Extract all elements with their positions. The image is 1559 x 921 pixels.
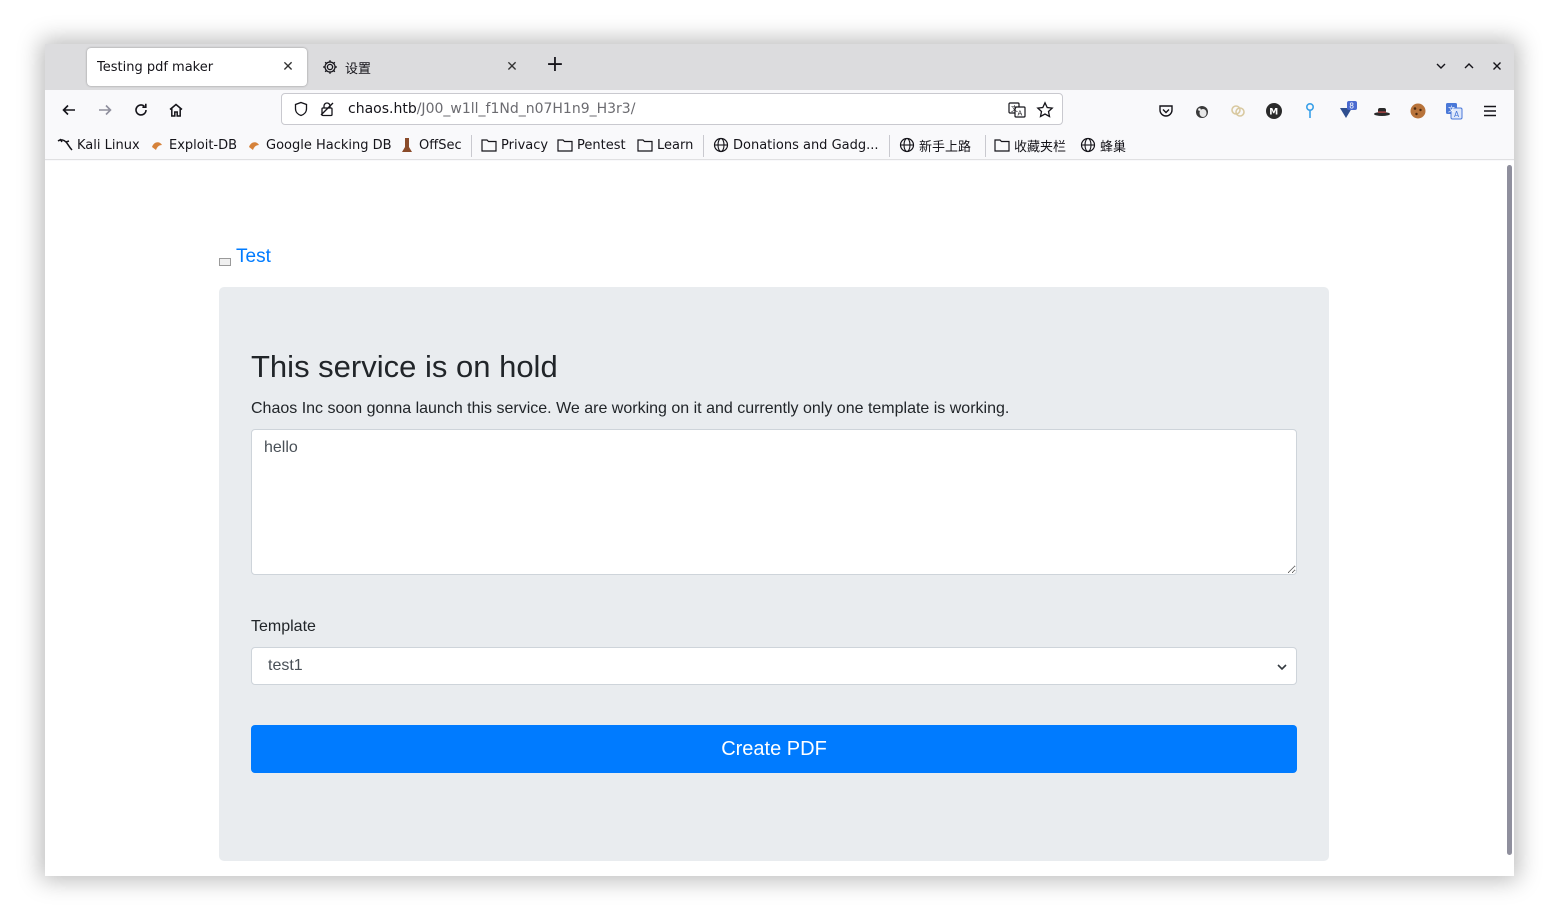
- tab-settings[interactable]: 设置 ✕: [311, 48, 531, 86]
- vertical-scrollbar[interactable]: [1507, 165, 1512, 855]
- folder-icon: [481, 137, 497, 153]
- bookmark-fengchao[interactable]: 蜂巢: [1080, 136, 1127, 155]
- hat-icon[interactable]: [1372, 101, 1392, 121]
- new-tab-button[interactable]: +: [543, 54, 567, 78]
- close-icon[interactable]: ✕: [503, 59, 521, 75]
- bookmark-separator: [889, 135, 890, 157]
- brain-icon[interactable]: [1228, 101, 1248, 121]
- bookmark-donations[interactable]: Donations and Gadg...: [713, 136, 879, 154]
- lead-text: Chaos Inc soon gonna launch this service…: [251, 400, 1010, 417]
- penguin-icon[interactable]: [1192, 101, 1212, 121]
- reload-button[interactable]: [127, 97, 155, 123]
- browser-window: Testing pdf maker ✕ 设置 ✕ + chaos.htb/J00…: [45, 44, 1514, 876]
- folder-icon: [557, 137, 573, 153]
- svg-text:A: A: [1454, 110, 1460, 119]
- bookmark-folder-privacy[interactable]: Privacy: [481, 136, 548, 154]
- offsec-icon: [399, 137, 415, 153]
- bookmark-label: Google Hacking DB: [266, 137, 392, 153]
- bookmark-label: Privacy: [501, 137, 549, 153]
- extension-badge-count: 8: [1349, 102, 1354, 111]
- cookie-icon[interactable]: [1408, 101, 1428, 121]
- url-host: chaos.htb: [348, 101, 417, 117]
- translate-icon[interactable]: 文A: [1444, 101, 1464, 121]
- star-bookmark-icon[interactable]: [1034, 99, 1056, 121]
- template-select[interactable]: test1: [251, 647, 1297, 685]
- chevron-down-icon[interactable]: [1431, 56, 1451, 76]
- bookmark-kali-linux[interactable]: Kali Linux: [57, 136, 140, 154]
- shield-icon[interactable]: [290, 98, 312, 120]
- home-button[interactable]: [162, 97, 190, 123]
- pin-icon[interactable]: [1300, 101, 1320, 121]
- bookmark-xinshou[interactable]: 新手上路: [899, 136, 972, 155]
- bookmark-separator: [985, 135, 986, 157]
- forward-button[interactable]: [91, 97, 119, 123]
- exploitdb-icon: [149, 137, 165, 153]
- bookmark-folder-learn[interactable]: Learn: [637, 136, 693, 154]
- bookmark-separator: [471, 135, 472, 157]
- bookmark-folder-favorites[interactable]: 收藏夹栏: [994, 136, 1067, 155]
- folder-icon: [994, 137, 1010, 153]
- tab-title: 设置: [345, 61, 372, 77]
- jumbotron: This service is on hold Chaos Inc soon g…: [219, 287, 1329, 861]
- template-label: Template: [251, 618, 316, 635]
- bookmark-label: OffSec: [419, 137, 462, 153]
- tab-strip: Testing pdf maker ✕ 设置 ✕ +: [45, 44, 1514, 90]
- content-textarea[interactable]: hello: [251, 429, 1297, 575]
- close-icon[interactable]: ✕: [279, 59, 297, 75]
- back-button[interactable]: [55, 97, 83, 123]
- close-icon[interactable]: [1487, 56, 1507, 76]
- bookmark-label: Exploit-DB: [169, 137, 238, 153]
- lock-insecure-icon[interactable]: [316, 98, 338, 120]
- svg-text:A: A: [1018, 110, 1023, 118]
- page-content: Test This service is on hold Chaos Inc s…: [45, 161, 1514, 876]
- folder-icon: [637, 137, 653, 153]
- test-link-label: Test: [236, 246, 271, 267]
- menu-icon[interactable]: [1480, 101, 1500, 121]
- badge-extension-icon[interactable]: 8: [1336, 101, 1360, 121]
- bookmarks-bar: Kali Linux Exploit-DB Google Hacking DB …: [45, 130, 1514, 160]
- pocket-icon[interactable]: [1156, 101, 1176, 121]
- tab-testing-pdf-maker[interactable]: Testing pdf maker ✕: [87, 48, 307, 86]
- translate-page-icon[interactable]: 文A: [1006, 99, 1028, 121]
- globe-icon: [1080, 137, 1096, 153]
- wappalyzer-icon[interactable]: M: [1264, 101, 1284, 121]
- url-bar[interactable]: chaos.htb/J00_w1ll_f1Nd_n07H1n9_H3r3/ 文A: [281, 93, 1063, 125]
- broken-image-icon: [219, 258, 231, 266]
- chevron-down-icon: [1276, 660, 1288, 672]
- gear-icon: [321, 58, 339, 76]
- bookmark-label: 收藏夹栏: [1014, 139, 1067, 155]
- template-selected-value: test1: [268, 657, 303, 674]
- bookmark-label: Kali Linux: [77, 137, 140, 153]
- bookmark-exploit-db[interactable]: Exploit-DB: [149, 136, 237, 154]
- bookmark-separator: [703, 135, 704, 157]
- navigation-bar: chaos.htb/J00_w1ll_f1Nd_n07H1n9_H3r3/ 文A…: [45, 90, 1514, 130]
- kali-dragon-icon: [57, 137, 73, 153]
- bookmark-google-hacking-db[interactable]: Google Hacking DB: [246, 136, 392, 154]
- svg-text:M: M: [1269, 108, 1278, 118]
- bookmark-offsec[interactable]: OffSec: [399, 136, 462, 154]
- chevron-up-icon[interactable]: [1459, 56, 1479, 76]
- bookmark-label: Learn: [657, 137, 694, 153]
- ghdb-icon: [246, 137, 262, 153]
- tab-title: Testing pdf maker: [97, 59, 214, 75]
- url-path: /J00_w1ll_f1Nd_n07H1n9_H3r3/: [416, 101, 636, 117]
- test-link[interactable]: Test: [219, 246, 271, 268]
- bookmark-label: Donations and Gadg...: [733, 137, 879, 153]
- create-pdf-button[interactable]: Create PDF: [251, 725, 1297, 773]
- globe-icon: [713, 137, 729, 153]
- bookmark-label: 蜂巢: [1100, 139, 1127, 155]
- bookmark-folder-pentest[interactable]: Pentest: [557, 136, 626, 154]
- bookmark-label: Pentest: [577, 137, 626, 153]
- page-title: This service is on hold: [251, 349, 558, 384]
- bookmark-label: 新手上路: [919, 139, 972, 155]
- url-text: chaos.htb/J00_w1ll_f1Nd_n07H1n9_H3r3/: [348, 101, 635, 117]
- globe-icon: [899, 137, 915, 153]
